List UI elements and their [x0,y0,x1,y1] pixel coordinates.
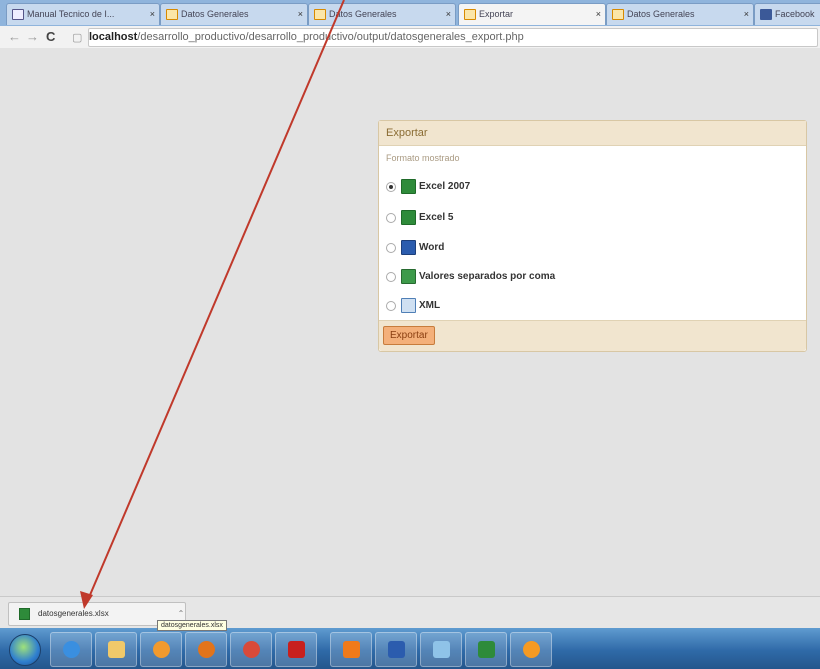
word-icon [401,240,416,255]
browser-tab-bar: Manual Tecnico de I... × Datos Generales ×… [0,0,820,26]
tab-label: Datos Generales [181,9,249,19]
media-player-icon[interactable] [140,632,182,667]
url-field[interactable]: localhost/desarrollo_productivo/desarrol… [88,28,818,47]
address-bar: ← → C ▢ localhost/desarrollo_productivo/… [0,26,820,49]
page-content: Exportar Formato mostrado Excel 2007 Exc… [0,48,820,596]
url-path: /desarrollo_productivo/desarrollo_produc… [137,31,524,43]
export-panel: Exportar Formato mostrado Excel 2007 Exc… [378,120,807,352]
radio-excel-5[interactable] [386,212,396,223]
word-icon[interactable] [375,632,417,667]
start-button[interactable] [9,634,41,666]
download-tooltip: datosgenerales.xlsx [157,620,227,631]
csv-icon [401,269,416,284]
excel-icon [19,607,30,620]
close-icon[interactable]: × [150,4,155,25]
close-icon[interactable]: × [744,4,749,25]
option-xml[interactable]: XML [386,298,440,314]
excel-icon [401,210,416,225]
option-excel-5[interactable]: Excel 5 [386,210,453,226]
export-button[interactable]: Exportar [383,326,435,345]
tab-datos-generales-3[interactable]: Datos Generales × [606,3,754,25]
tab-label: Exportar [479,9,514,19]
downloads-bar: datosgenerales.xlsx ⌃ [0,596,820,629]
excel-icon[interactable] [465,632,507,667]
tab-manual-tecnico[interactable]: Manual Tecnico de I... × [6,3,160,25]
option-label: Valores separados por coma [419,271,556,283]
reload-icon[interactable]: C [46,29,55,44]
page-info-icon[interactable]: ▢ [72,31,82,44]
windows-taskbar [0,628,820,669]
download-file-name: datosgenerales.xlsx [38,609,109,618]
tab-label: Datos Generales [329,9,397,19]
option-csv[interactable]: Valores separados por coma [386,269,555,285]
close-icon[interactable]: × [298,4,303,25]
forward-icon[interactable]: → [26,29,39,44]
excel-icon [401,179,416,194]
ie-icon[interactable] [50,632,92,667]
option-label: Word [419,242,445,254]
xampp-icon[interactable] [510,632,552,667]
export-panel-title: Exportar [379,121,806,146]
option-label: Excel 2007 [419,181,471,193]
tab-label: Manual Tecnico de I... [27,9,115,19]
page-icon [166,9,178,21]
radio-xml[interactable] [386,300,396,311]
tab-datos-generales-2[interactable]: Datos Generales × [308,3,456,25]
explorer-folder-icon[interactable] [95,632,137,667]
document-icon [12,9,24,21]
close-icon[interactable]: × [596,4,601,25]
export-panel-footer: Exportar [379,320,806,351]
acrobat-icon[interactable] [275,632,317,667]
url-host: localhost [89,31,138,43]
tab-label: Datos Generales [627,9,695,19]
page-icon [464,9,476,21]
firefox-icon[interactable] [185,632,227,667]
tab-exportar[interactable]: Exportar × [458,3,606,25]
tab-facebook[interactable]: Facebook [754,3,820,25]
option-excel-2007[interactable]: Excel 2007 [386,179,470,195]
radio-csv[interactable] [386,271,396,282]
xml-icon [401,298,416,313]
page-icon [314,9,326,21]
windows-icon[interactable] [420,632,462,667]
facebook-icon [760,9,772,21]
app-icon[interactable] [330,632,372,667]
tab-datos-generales-1[interactable]: Datos Generales × [160,3,308,25]
format-subtitle: Formato mostrado [386,153,460,163]
radio-excel-2007[interactable] [386,181,396,192]
close-icon[interactable]: × [446,4,451,25]
tab-label: Facebook [775,9,815,19]
option-word[interactable]: Word [386,240,444,256]
back-icon[interactable]: ← [8,29,21,44]
chrome-icon[interactable] [230,632,272,667]
option-label: XML [419,300,441,312]
radio-word[interactable] [386,242,396,253]
option-label: Excel 5 [419,212,454,224]
page-icon [612,9,624,21]
